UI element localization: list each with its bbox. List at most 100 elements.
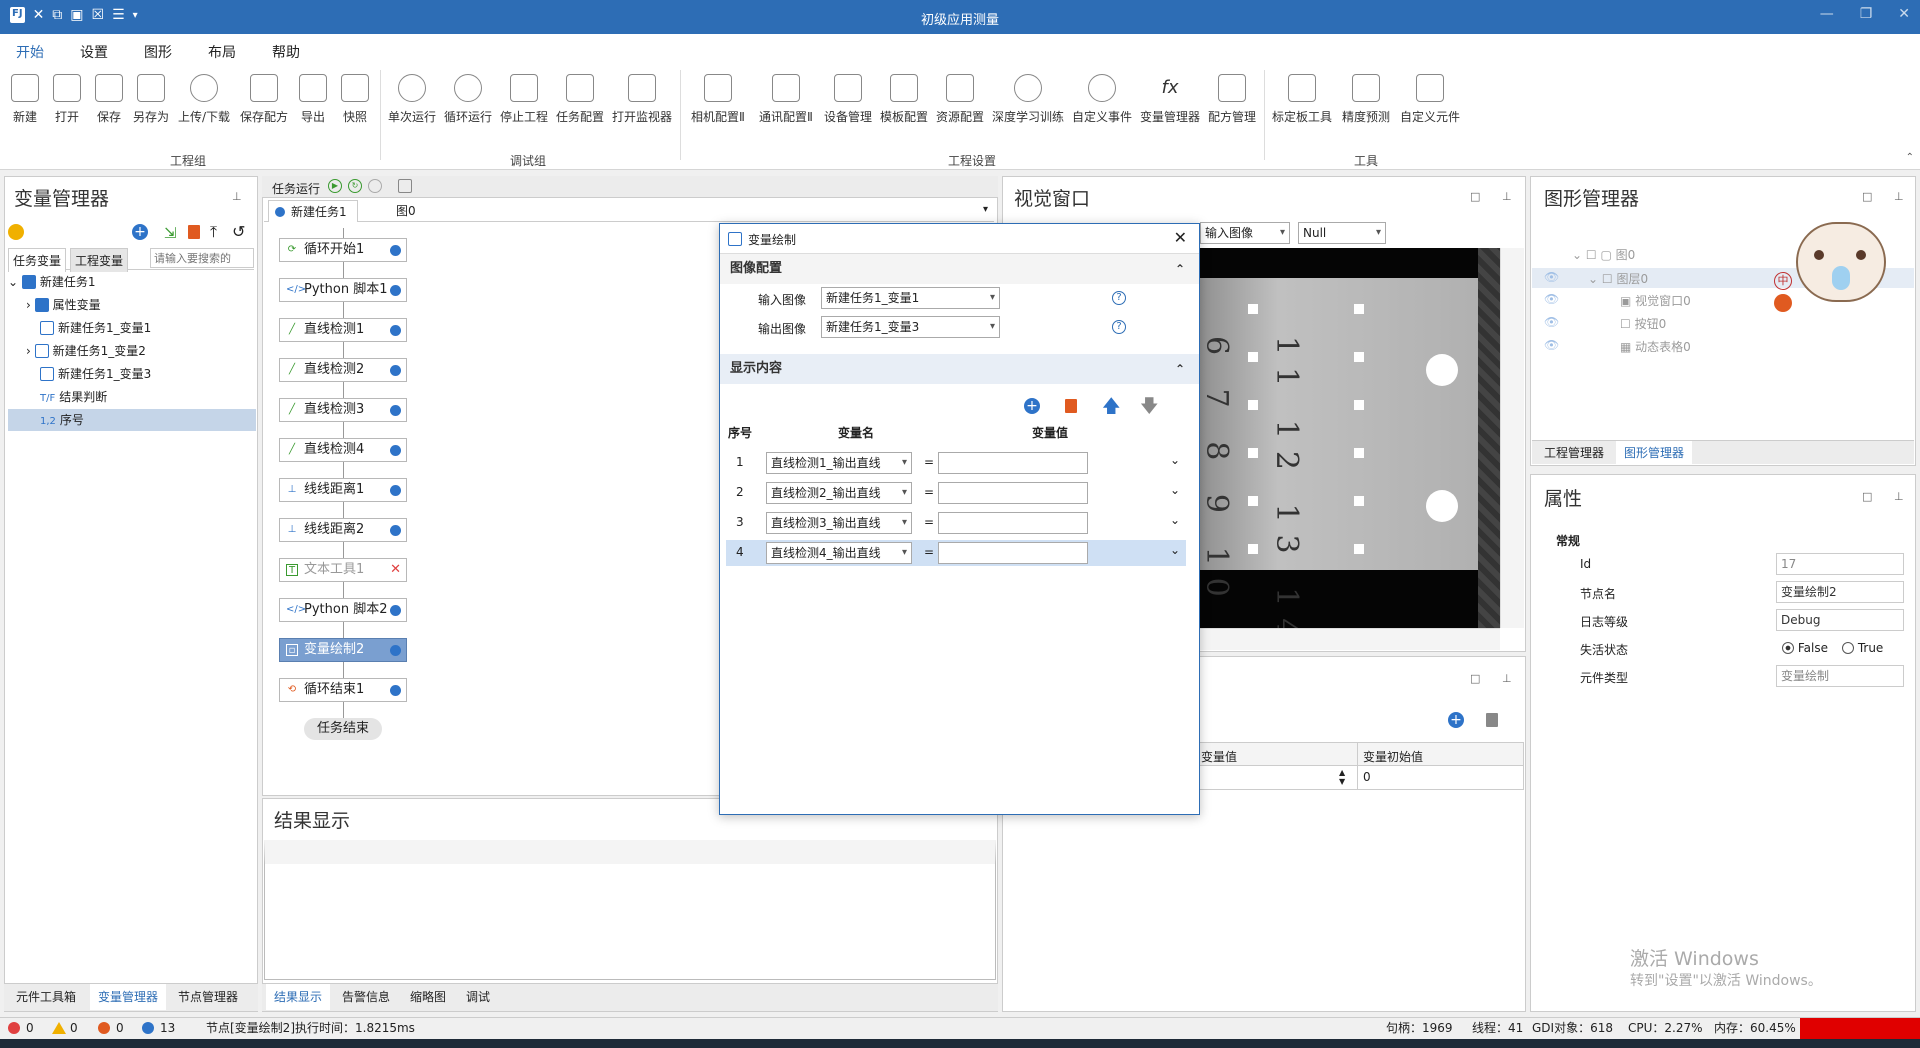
delete-row-icon[interactable] xyxy=(1065,399,1077,413)
collapse-icon[interactable]: ⌃ xyxy=(1175,354,1185,384)
tree-item-button0[interactable]: ☐ 按钮0 xyxy=(1620,315,1666,332)
pin-icon[interactable]: ⊥ xyxy=(1502,190,1512,203)
ime-zh-icon[interactable]: 中 xyxy=(1774,272,1792,290)
row-var-value-input[interactable] xyxy=(938,542,1088,564)
display-row-3[interactable]: 3 直线检测3_输出直线 = ⌄ xyxy=(726,510,1186,536)
eye-icon[interactable]: 👁 xyxy=(1544,315,1559,329)
tab-task-variables[interactable]: 任务变量 xyxy=(8,248,67,272)
tab-graphics-manager[interactable]: 图形管理器 xyxy=(1616,441,1693,465)
save-as-button[interactable]: 另存为 xyxy=(128,74,174,125)
snapshot-button[interactable]: 快照 xyxy=(332,74,378,125)
camera-config-button[interactable]: 相机配置Ⅱ xyxy=(686,74,750,125)
open-monitor-button[interactable]: 打开监视器 xyxy=(610,74,674,125)
prop-disabled-false[interactable]: False xyxy=(1782,641,1828,655)
delete-icon[interactable] xyxy=(1486,713,1498,727)
section-display-content[interactable]: 显示内容 ⌃ xyxy=(720,354,1199,384)
menu-settings[interactable]: 设置 xyxy=(80,42,108,62)
row-var-select[interactable]: 直线检测3_输出直线 xyxy=(766,512,912,534)
input-image-combo[interactable]: 输入图像 xyxy=(1200,222,1290,244)
save-recipe-button[interactable]: 保存配方 xyxy=(238,74,290,125)
history-icon[interactable]: ↺ xyxy=(232,222,245,241)
output-image-select[interactable]: 新建任务1_变量3 xyxy=(821,316,1000,338)
row-expand-icon[interactable]: ⌄ xyxy=(1170,483,1180,497)
run-once-icon[interactable]: ▶ xyxy=(328,179,342,193)
input-image-select[interactable]: 新建任务1_变量1 xyxy=(821,287,1000,309)
eye-icon[interactable]: 👁 xyxy=(1544,292,1559,306)
ime-icon[interactable] xyxy=(1774,294,1792,312)
add-icon[interactable]: + xyxy=(1448,712,1464,728)
deep-learning-button[interactable]: 深度学习训练 xyxy=(990,74,1066,125)
help-icon[interactable]: ? xyxy=(1112,320,1126,334)
tree-item-var2[interactable]: › 新建任务1_变量2 xyxy=(8,340,256,362)
tab-component-toolbox[interactable]: 元件工具箱 xyxy=(8,984,84,1010)
section-image-config[interactable]: 图像配置 ⌃ xyxy=(720,254,1199,284)
dialog-close-icon[interactable]: ✕ xyxy=(1174,228,1187,247)
var-init-value[interactable]: 0 xyxy=(1363,770,1371,784)
flow-node-distance2[interactable]: ⊥ 线线距离2 xyxy=(279,518,407,542)
screenshot-icon[interactable] xyxy=(398,179,412,193)
display-row-1[interactable]: 1 直线检测1_输出直线 = ⌄ xyxy=(726,450,1186,476)
tab-task1[interactable]: 新建任务1 xyxy=(268,200,358,222)
collapse-ribbon-icon[interactable]: ⌃ xyxy=(1906,152,1914,163)
custom-event-button[interactable]: 自定义事件 xyxy=(1070,74,1134,125)
tree-item-vision-window0[interactable]: ▣ 视觉窗口0 xyxy=(1620,292,1691,309)
prop-log-level-select[interactable]: Debug xyxy=(1776,609,1904,631)
row-var-value-input[interactable] xyxy=(938,482,1088,504)
filter-icon[interactable] xyxy=(8,224,24,240)
maximize-icon[interactable]: □ xyxy=(1470,672,1480,685)
menu-layout[interactable]: 布局 xyxy=(208,42,236,62)
run-loop-icon[interactable]: ↻ xyxy=(348,179,362,193)
calibration-board-button[interactable]: 标定板工具 xyxy=(1270,74,1334,125)
eye-icon[interactable]: 👁 xyxy=(1544,270,1559,284)
row-var-select[interactable]: 直线检测2_输出直线 xyxy=(766,482,912,504)
display-row-4[interactable]: 4 直线检测4_输出直线 = ⌄ xyxy=(726,540,1186,566)
precision-predict-button[interactable]: 精度预测 xyxy=(1336,74,1396,125)
pin-icon[interactable]: ⊥ xyxy=(1894,490,1904,503)
help-icon[interactable]: ? xyxy=(1112,291,1126,305)
flow-node-python2[interactable]: </> Python 脚本2 xyxy=(279,598,407,622)
upload-icon[interactable]: ⤒ xyxy=(210,222,217,242)
flow-node-line3[interactable]: ╱ 直线检测3 xyxy=(279,398,407,422)
display-row-2[interactable]: 2 直线检测2_输出直线 = ⌄ xyxy=(726,480,1186,506)
flow-node-text-tool[interactable]: T 文本工具1 ✕ xyxy=(279,558,407,582)
pin-icon[interactable]: ⊥ xyxy=(1502,672,1512,685)
vision-vscrollbar[interactable] xyxy=(1500,248,1524,628)
tab-project-manager[interactable]: 工程管理器 xyxy=(1536,441,1612,465)
eye-icon[interactable]: 👁 xyxy=(1544,338,1559,352)
row-expand-icon[interactable]: ⌄ xyxy=(1170,543,1180,557)
tree-item-task[interactable]: ⌄ 新建任务1 xyxy=(8,271,256,293)
flow-node-loop-start[interactable]: ⟳ 循环开始1 xyxy=(279,238,407,262)
maximize-icon[interactable]: □ xyxy=(1862,490,1872,503)
collapse-icon[interactable]: ⌃ xyxy=(1175,254,1185,284)
tabs-dropdown-icon[interactable]: ▾ xyxy=(983,204,988,215)
minimize-icon[interactable]: — xyxy=(1820,6,1834,22)
tree-item-result-judge[interactable]: T/F 结果判断 xyxy=(8,386,256,408)
tree-item-index[interactable]: 1,2 序号 xyxy=(8,409,256,431)
delete-icon[interactable] xyxy=(188,225,200,239)
add-icon[interactable]: + xyxy=(132,224,148,240)
upload-download-button[interactable]: 上传/下载 xyxy=(172,74,236,125)
flow-node-python1[interactable]: </> Python 脚本1 xyxy=(279,278,407,302)
flow-node-line2[interactable]: ╱ 直线检测2 xyxy=(279,358,407,382)
expand-icon[interactable]: ⌄ xyxy=(8,275,18,289)
row-var-select[interactable]: 直线检测4_输出直线 xyxy=(766,542,912,564)
menu-graphics[interactable]: 图形 xyxy=(144,42,172,62)
task-end-node[interactable]: 任务结束 xyxy=(304,718,382,740)
resource-config-button[interactable]: 资源配置 xyxy=(934,74,986,125)
row-expand-icon[interactable]: ⌄ xyxy=(1170,513,1180,527)
recipe-manage-button[interactable]: 配方管理 xyxy=(1206,74,1258,125)
custom-component-button[interactable]: 自定义元件 xyxy=(1398,74,1462,125)
pin-icon[interactable]: ⊥ xyxy=(232,190,242,203)
tab-results[interactable]: 结果显示 xyxy=(266,984,331,1010)
maximize-icon[interactable]: □ xyxy=(1470,190,1480,203)
flow-node-loop-end[interactable]: ⟲ 循环结束1 xyxy=(279,678,407,702)
variable-manager-button[interactable]: fx 变量管理器 xyxy=(1138,74,1202,125)
open-button[interactable]: 打开 xyxy=(44,74,90,125)
row-var-value-input[interactable] xyxy=(938,452,1088,474)
null-combo[interactable]: Null xyxy=(1298,222,1386,244)
row-var-value-input[interactable] xyxy=(938,512,1088,534)
row-var-select[interactable]: 直线检测1_输出直线 xyxy=(766,452,912,474)
single-run-button[interactable]: 单次运行 xyxy=(386,74,438,125)
tab-debug[interactable]: 调试 xyxy=(458,984,498,1010)
stop-task-icon[interactable] xyxy=(368,179,382,193)
